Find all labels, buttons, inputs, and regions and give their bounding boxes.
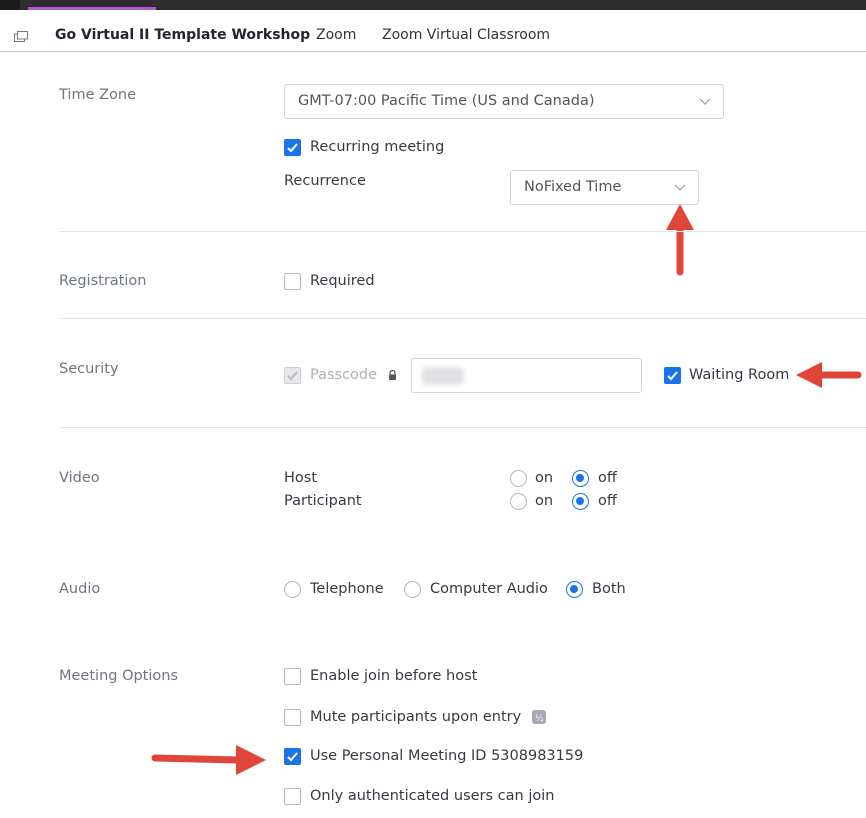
waiting-room-label: Waiting Room [689, 367, 790, 383]
recurrence-value: NoFixed Time [524, 179, 622, 195]
registration-required-label: Required [310, 273, 375, 289]
lock-icon [389, 370, 396, 380]
checkmark-icon [667, 371, 678, 381]
registration-label: Registration [59, 273, 147, 289]
window-icon[interactable] [14, 31, 28, 42]
authenticated-users-only-checkbox[interactable] [284, 788, 301, 805]
audio-both-radio[interactable] [566, 581, 583, 598]
authenticated-users-only-label: Only authenticated users can join [310, 788, 555, 804]
info-badge-icon[interactable]: ½ [532, 710, 546, 724]
recurrence-label: Recurrence [284, 173, 366, 189]
section-divider [59, 318, 866, 319]
video-participant-on-label: on [535, 493, 554, 509]
chevron-down-icon [674, 184, 686, 191]
checkmark-icon [287, 371, 298, 381]
waiting-room-checkbox[interactable] [664, 367, 681, 384]
meeting-options-label: Meeting Options [59, 668, 179, 684]
chevron-down-icon [699, 98, 711, 105]
annotation-arrow-right [151, 745, 266, 775]
registration-required-checkbox[interactable] [284, 273, 301, 290]
audio-telephone-radio[interactable] [284, 581, 301, 598]
passcode-label: Passcode [310, 367, 378, 383]
video-participant-label: Participant [284, 493, 362, 509]
recurring-meeting-checkbox[interactable] [284, 139, 301, 156]
video-host-label: Host [284, 470, 318, 486]
audio-both-label: Both [592, 581, 626, 597]
passcode-checkbox [284, 367, 301, 384]
enable-join-before-host-label: Enable join before host [310, 668, 478, 684]
tab-zoom-virtual-classroom[interactable]: Zoom Virtual Classroom [382, 27, 550, 43]
window-corner [0, 0, 20, 10]
video-participant-off-label: off [598, 493, 617, 509]
passcode-value-redacted [422, 367, 464, 385]
section-divider [59, 427, 866, 428]
timezone-value: GMT-07:00 Pacific Time (US and Canada) [298, 93, 595, 109]
annotation-arrow-left [796, 362, 862, 388]
mute-on-entry-checkbox[interactable] [284, 709, 301, 726]
window-top-bar [0, 0, 866, 10]
use-personal-meeting-id-label: Use Personal Meeting ID 5308983159 [310, 748, 584, 764]
section-divider [59, 231, 866, 232]
video-host-on-radio[interactable] [510, 470, 527, 487]
audio-label: Audio [59, 581, 101, 597]
timezone-label: Time Zone [59, 87, 137, 103]
use-personal-meeting-id-checkbox[interactable] [284, 748, 301, 765]
video-host-off-label: off [598, 470, 617, 486]
tab-go-virtual-workshop[interactable]: Go Virtual II Template Workshop [55, 27, 310, 43]
checkmark-icon [287, 143, 298, 153]
video-label: Video [59, 470, 100, 486]
audio-computer-radio[interactable] [404, 581, 421, 598]
tab-bar: Go Virtual II Template Workshop Zoom Zoo… [0, 10, 866, 52]
tab-zoom[interactable]: Zoom [316, 27, 356, 43]
mute-on-entry-label: Mute participants upon entry [310, 709, 522, 725]
security-label: Security [59, 361, 119, 377]
audio-computer-label: Computer Audio [430, 581, 548, 597]
video-host-off-radio[interactable] [572, 470, 589, 487]
recurring-meeting-label: Recurring meeting [310, 139, 445, 155]
audio-telephone-label: Telephone [310, 581, 384, 597]
annotation-arrow-up [666, 204, 694, 276]
timezone-select[interactable]: GMT-07:00 Pacific Time (US and Canada) [284, 84, 724, 119]
enable-join-before-host-checkbox[interactable] [284, 668, 301, 685]
checkmark-icon [287, 752, 298, 762]
video-participant-off-radio[interactable] [572, 493, 589, 510]
svg-text:½: ½ [535, 714, 544, 724]
video-participant-on-radio[interactable] [510, 493, 527, 510]
recurrence-select[interactable]: NoFixed Time [510, 170, 699, 205]
video-host-on-label: on [535, 470, 554, 486]
passcode-input[interactable] [411, 358, 642, 393]
